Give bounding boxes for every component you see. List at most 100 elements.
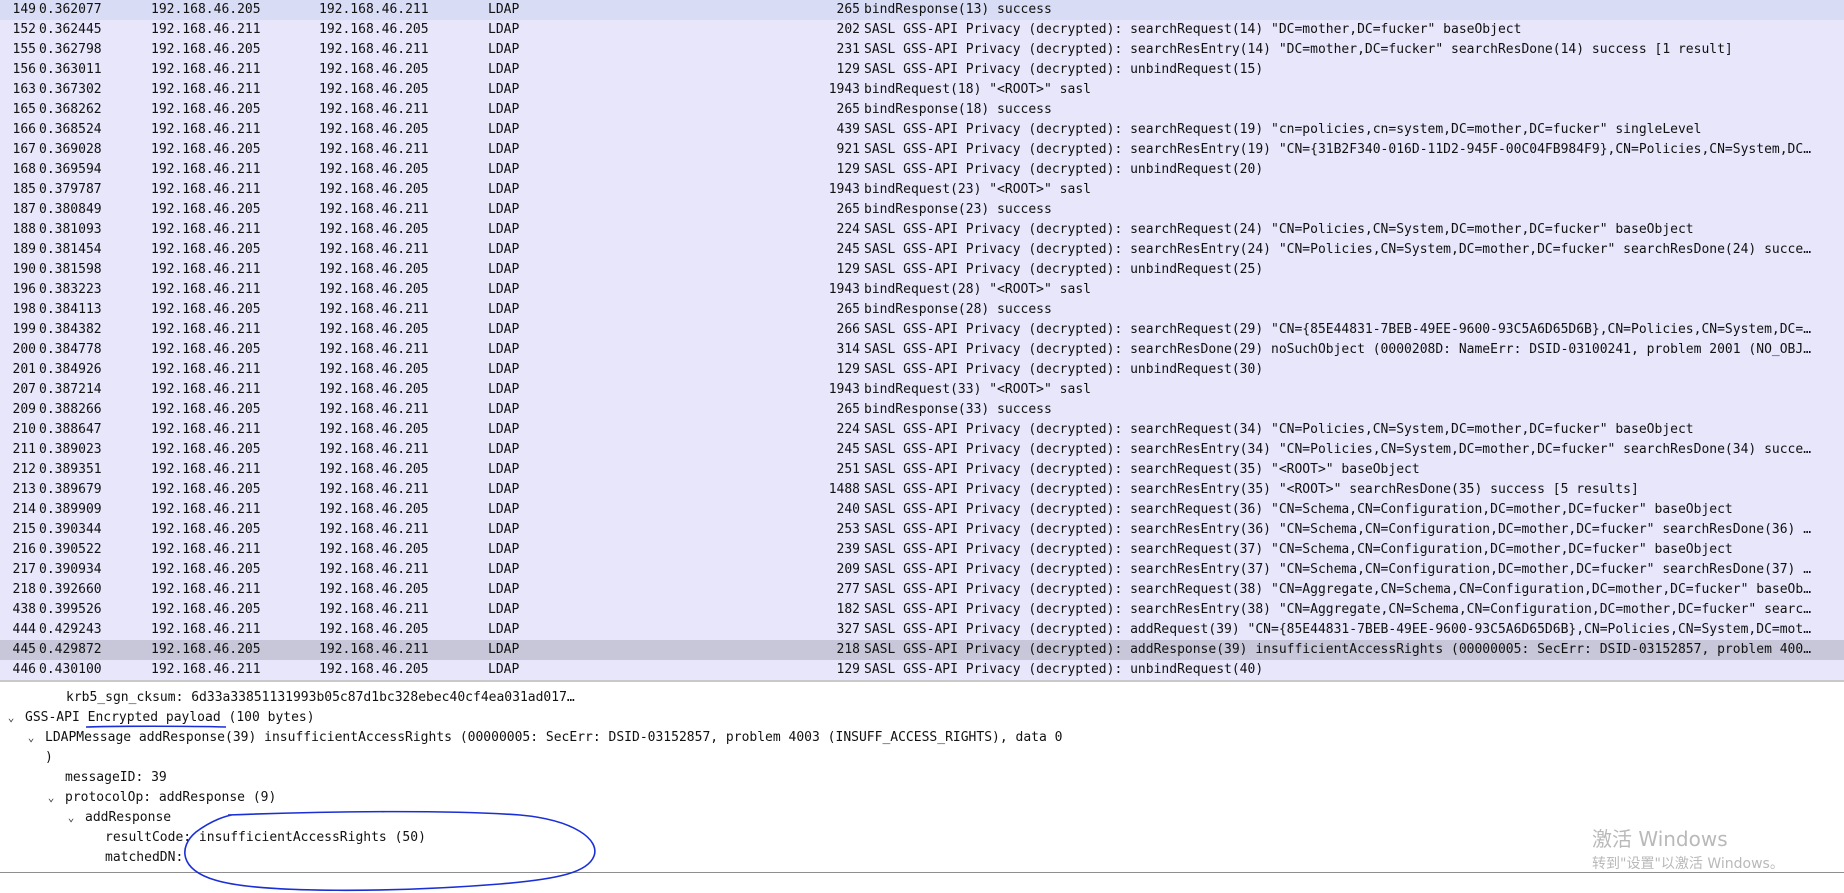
packet-row[interactable]: 214 0.389909 192.168.46.211 192.168.46.205 L… — [0, 500, 1844, 520]
packet-len-cell: 921 — [836, 142, 860, 157]
packet-time-cell: 0.362077 — [39, 2, 102, 17]
packet-len-cell: 265 — [836, 402, 860, 417]
packet-row[interactable]: 213 0.389679 192.168.46.205 192.168.46.211 L… — [0, 480, 1844, 500]
packet-row[interactable]: 185 0.379787 192.168.46.211 192.168.46.205 L… — [0, 180, 1844, 200]
packet-row[interactable]: 201 0.384926 192.168.46.211 192.168.46.205 L… — [0, 360, 1844, 380]
packet-src-cell: 192.168.46.211 — [151, 622, 261, 637]
packet-info-cell: bindRequest(23) "<ROOT>" sasl — [864, 182, 1091, 197]
packet-row[interactable]: 199 0.384382 192.168.46.211 192.168.46.205 L… — [0, 320, 1844, 340]
detail-line-result-code[interactable]: resultCode: insufficientAccessRights (50… — [105, 828, 426, 848]
packet-row[interactable]: 168 0.369594 192.168.46.211 192.168.46.205 L… — [0, 160, 1844, 180]
packet-proto-cell: LDAP — [488, 402, 520, 417]
packet-row[interactable]: 209 0.388266 192.168.46.205 192.168.46.211 L… — [0, 400, 1844, 420]
packet-src-cell: 192.168.46.211 — [151, 502, 261, 517]
packet-len-cell: 1943 — [828, 282, 860, 297]
packet-info-cell: bindRequest(18) "<ROOT>" sasl — [864, 82, 1091, 97]
packet-no-cell: 214 — [12, 502, 36, 517]
packet-row[interactable]: 187 0.380849 192.168.46.205 192.168.46.211 L… — [0, 200, 1844, 220]
packet-row[interactable]: 167 0.369028 192.168.46.205 192.168.46.211 L… — [0, 140, 1844, 160]
packet-info-cell: SASL GSS-API Privacy (decrypted): unbind… — [864, 62, 1264, 77]
packet-src-cell: 192.168.46.205 — [151, 482, 261, 497]
packet-len-cell: 265 — [836, 2, 860, 17]
chevron-down-icon[interactable]: ⌄ — [46, 788, 56, 808]
packet-row[interactable]: 152 0.362445 192.168.46.211 192.168.46.205 L… — [0, 20, 1844, 40]
packet-no-cell: 216 — [12, 542, 36, 557]
packet-info-cell: SASL GSS-API Privacy (decrypted): unbind… — [864, 662, 1264, 677]
chevron-down-icon[interactable]: ⌄ — [26, 728, 36, 748]
packet-src-cell: 192.168.46.205 — [151, 302, 261, 317]
packet-info-cell: SASL GSS-API Privacy (decrypted): addReq… — [864, 622, 1812, 637]
packet-row[interactable]: 212 0.389351 192.168.46.211 192.168.46.205 L… — [0, 460, 1844, 480]
packet-info-cell: SASL GSS-API Privacy (decrypted): unbind… — [864, 262, 1264, 277]
detail-line-cksum[interactable]: krb5_sgn_cksum: 6d33a33851131993b05c87d1… — [66, 688, 575, 708]
packet-row[interactable]: 156 0.363011 192.168.46.211 192.168.46.205 L… — [0, 60, 1844, 80]
packet-time-cell: 0.369594 — [39, 162, 102, 177]
packet-len-cell: 209 — [836, 562, 860, 577]
packet-info-cell: bindResponse(18) success — [864, 102, 1052, 117]
packet-row[interactable]: 163 0.367302 192.168.46.211 192.168.46.205 L… — [0, 80, 1844, 100]
packet-info-cell: SASL GSS-API Privacy (decrypted): search… — [864, 582, 1812, 597]
packet-row[interactable]: 196 0.383223 192.168.46.211 192.168.46.205 L… — [0, 280, 1844, 300]
packet-row[interactable]: 210 0.388647 192.168.46.211 192.168.46.205 L… — [0, 420, 1844, 440]
chevron-down-icon[interactable]: ⌄ — [6, 708, 16, 728]
detail-line-protocol-op[interactable]: protocolOp: addResponse (9) — [65, 788, 276, 808]
packet-dst-cell: 192.168.46.205 — [319, 462, 429, 477]
packet-info-cell: SASL GSS-API Privacy (decrypted): search… — [864, 122, 1702, 137]
packet-row[interactable]: 149 0.362077 192.168.46.205 192.168.46.211 L… — [0, 0, 1844, 20]
packet-row[interactable]: 188 0.381093 192.168.46.211 192.168.46.205 L… — [0, 220, 1844, 240]
packet-row[interactable]: 446 0.430100 192.168.46.211 192.168.46.205 L… — [0, 660, 1844, 680]
packet-dst-cell: 192.168.46.211 — [319, 642, 429, 657]
packet-list[interactable]: 149 0.362077 192.168.46.205 192.168.46.211 L… — [0, 0, 1844, 680]
packet-time-cell: 0.369028 — [39, 142, 102, 157]
packet-time-cell: 0.430100 — [39, 662, 102, 677]
packet-src-cell: 192.168.46.205 — [151, 522, 261, 537]
packet-row[interactable]: 445 0.429872 192.168.46.205 192.168.46.211 L… — [0, 640, 1844, 660]
detail-line-message-id[interactable]: messageID: 39 — [65, 768, 167, 788]
packet-info-cell: SASL GSS-API Privacy (decrypted): search… — [864, 422, 1694, 437]
detail-line-ldap-message[interactable]: LDAPMessage addResponse(39) insufficient… — [45, 728, 1062, 748]
packet-proto-cell: LDAP — [488, 442, 520, 457]
detail-line-gss-api[interactable]: GSS-API Encrypted payload (100 bytes) — [25, 708, 315, 728]
packet-row[interactable]: 211 0.389023 192.168.46.205 192.168.46.211 L… — [0, 440, 1844, 460]
packet-dst-cell: 192.168.46.205 — [319, 502, 429, 517]
packet-row[interactable]: 215 0.390344 192.168.46.205 192.168.46.211 L… — [0, 520, 1844, 540]
packet-row[interactable]: 190 0.381598 192.168.46.211 192.168.46.205 L… — [0, 260, 1844, 280]
packet-row[interactable]: 155 0.362798 192.168.46.205 192.168.46.211 L… — [0, 40, 1844, 60]
packet-row[interactable]: 200 0.384778 192.168.46.205 192.168.46.211 L… — [0, 340, 1844, 360]
chevron-down-icon[interactable]: ⌄ — [66, 808, 76, 828]
packet-row[interactable]: 444 0.429243 192.168.46.211 192.168.46.205 L… — [0, 620, 1844, 640]
packet-row[interactable]: 189 0.381454 192.168.46.205 192.168.46.211 L… — [0, 240, 1844, 260]
packet-proto-cell: LDAP — [488, 2, 520, 17]
packet-proto-cell: LDAP — [488, 82, 520, 97]
packet-len-cell: 277 — [836, 582, 860, 597]
packet-proto-cell: LDAP — [488, 482, 520, 497]
detail-line-add-response[interactable]: addResponse — [85, 808, 171, 828]
packet-row[interactable]: 216 0.390522 192.168.46.211 192.168.46.205 L… — [0, 540, 1844, 560]
watermark-subtitle: 转到"设置"以激活 Windows。 — [1592, 856, 1784, 872]
detail-line-matched-dn[interactable]: matchedDN: — [105, 848, 183, 868]
packet-row[interactable]: 218 0.392660 192.168.46.211 192.168.46.205 L… — [0, 580, 1844, 600]
packet-dst-cell: 192.168.46.211 — [319, 302, 429, 317]
packet-row[interactable]: 217 0.390934 192.168.46.205 192.168.46.211 L… — [0, 560, 1844, 580]
packet-dst-cell: 192.168.46.211 — [319, 2, 429, 17]
packet-src-cell: 192.168.46.211 — [151, 662, 261, 677]
packet-src-cell: 192.168.46.205 — [151, 202, 261, 217]
packet-src-cell: 192.168.46.211 — [151, 222, 261, 237]
packet-len-cell: 129 — [836, 662, 860, 677]
packet-len-cell: 1943 — [828, 382, 860, 397]
packet-details-pane[interactable]: krb5_sgn_cksum: 6d33a33851131993b05c87d1… — [0, 682, 1844, 872]
packet-info-cell: bindResponse(28) success — [864, 302, 1052, 317]
packet-row[interactable]: 166 0.368524 192.168.46.211 192.168.46.205 L… — [0, 120, 1844, 140]
packet-dst-cell: 192.168.46.211 — [319, 442, 429, 457]
packet-dst-cell: 192.168.46.205 — [319, 262, 429, 277]
packet-row[interactable]: 207 0.387214 192.168.46.211 192.168.46.205 L… — [0, 380, 1844, 400]
packet-time-cell: 0.389351 — [39, 462, 102, 477]
packet-dst-cell: 192.168.46.205 — [319, 382, 429, 397]
packet-row[interactable]: 165 0.368262 192.168.46.205 192.168.46.211 L… — [0, 100, 1844, 120]
packet-src-cell: 192.168.46.211 — [151, 322, 261, 337]
packet-no-cell: 207 — [12, 382, 36, 397]
packet-time-cell: 0.389679 — [39, 482, 102, 497]
packet-len-cell: 129 — [836, 62, 860, 77]
packet-row[interactable]: 438 0.399526 192.168.46.205 192.168.46.211 L… — [0, 600, 1844, 620]
packet-row[interactable]: 198 0.384113 192.168.46.205 192.168.46.211 L… — [0, 300, 1844, 320]
